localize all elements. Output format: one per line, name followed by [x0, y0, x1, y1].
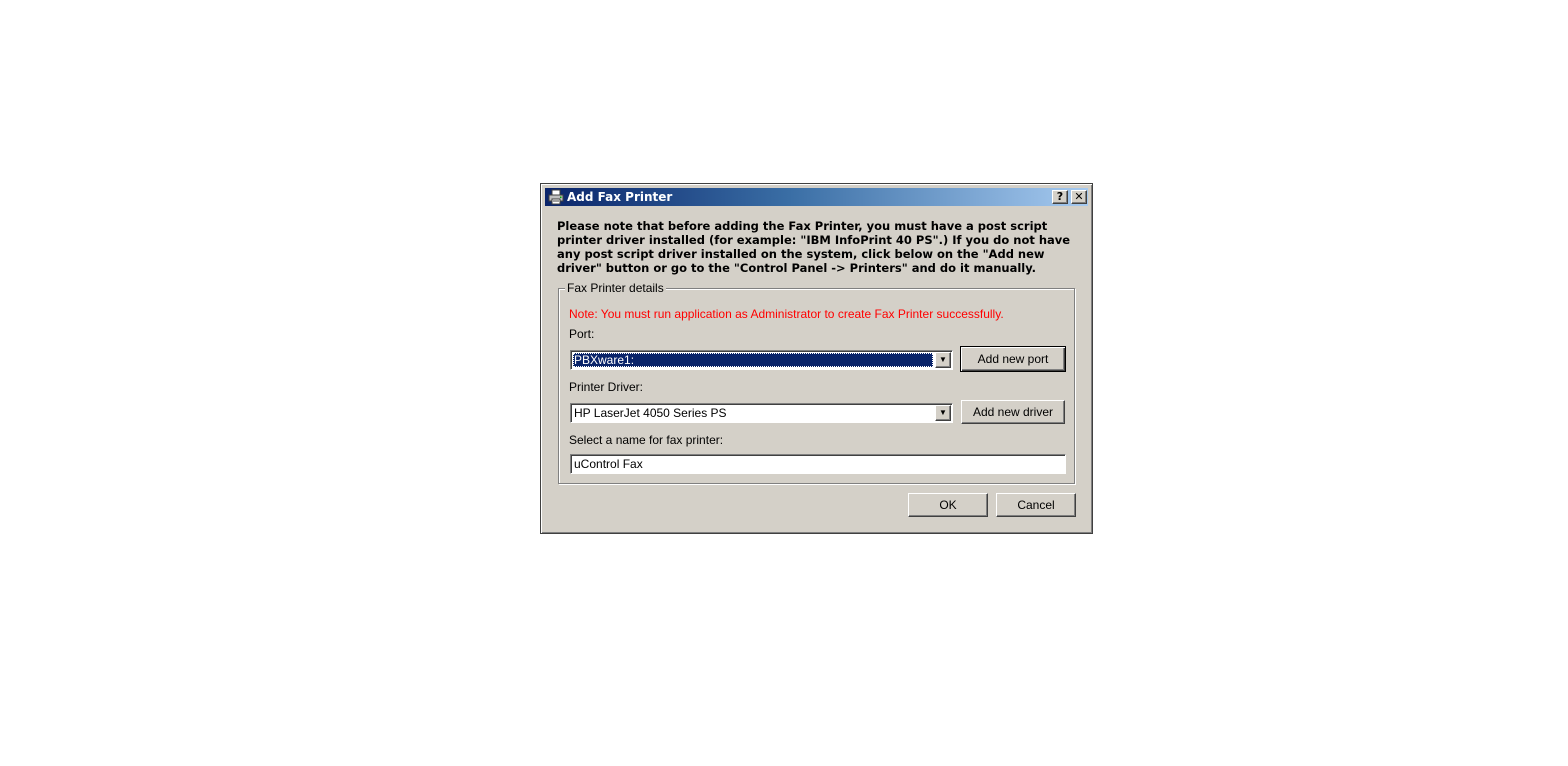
add-fax-printer-dialog: Add Fax Printer ? ✕ Please note that bef…: [540, 183, 1093, 534]
printer-icon: [548, 189, 564, 205]
close-button[interactable]: ✕: [1071, 190, 1087, 204]
printer-driver-label: Printer Driver:: [569, 380, 644, 394]
port-label: Port:: [569, 327, 595, 341]
chevron-down-icon[interactable]: ▼: [935, 352, 951, 368]
chevron-down-icon[interactable]: ▼: [935, 405, 951, 421]
fax-printer-name-input[interactable]: [570, 454, 1066, 474]
printer-driver-select[interactable]: HP LaserJet 4050 Series PS ▼: [570, 403, 953, 423]
add-new-port-button[interactable]: Add new port: [960, 346, 1066, 372]
fax-printer-details-group: Fax Printer details Note: You must run a…: [558, 281, 1075, 484]
port-selected-value: PBXware1:: [573, 353, 933, 367]
port-select[interactable]: PBXware1: ▼: [570, 350, 953, 370]
help-button[interactable]: ?: [1052, 190, 1068, 204]
fax-printer-name-label: Select a name for fax printer:: [569, 433, 724, 447]
group-legend: Fax Printer details: [565, 281, 666, 295]
ok-button[interactable]: OK: [908, 493, 988, 517]
add-new-driver-button[interactable]: Add new driver: [961, 400, 1065, 424]
dialog-title: Add Fax Printer: [567, 190, 673, 204]
printer-driver-selected-value: HP LaserJet 4050 Series PS: [574, 406, 727, 420]
administrator-note: Note: You must run application as Admini…: [569, 307, 1004, 321]
title-bar[interactable]: Add Fax Printer ? ✕: [545, 188, 1088, 206]
intro-text: Please note that before adding the Fax P…: [557, 219, 1071, 275]
cancel-button[interactable]: Cancel: [996, 493, 1076, 517]
